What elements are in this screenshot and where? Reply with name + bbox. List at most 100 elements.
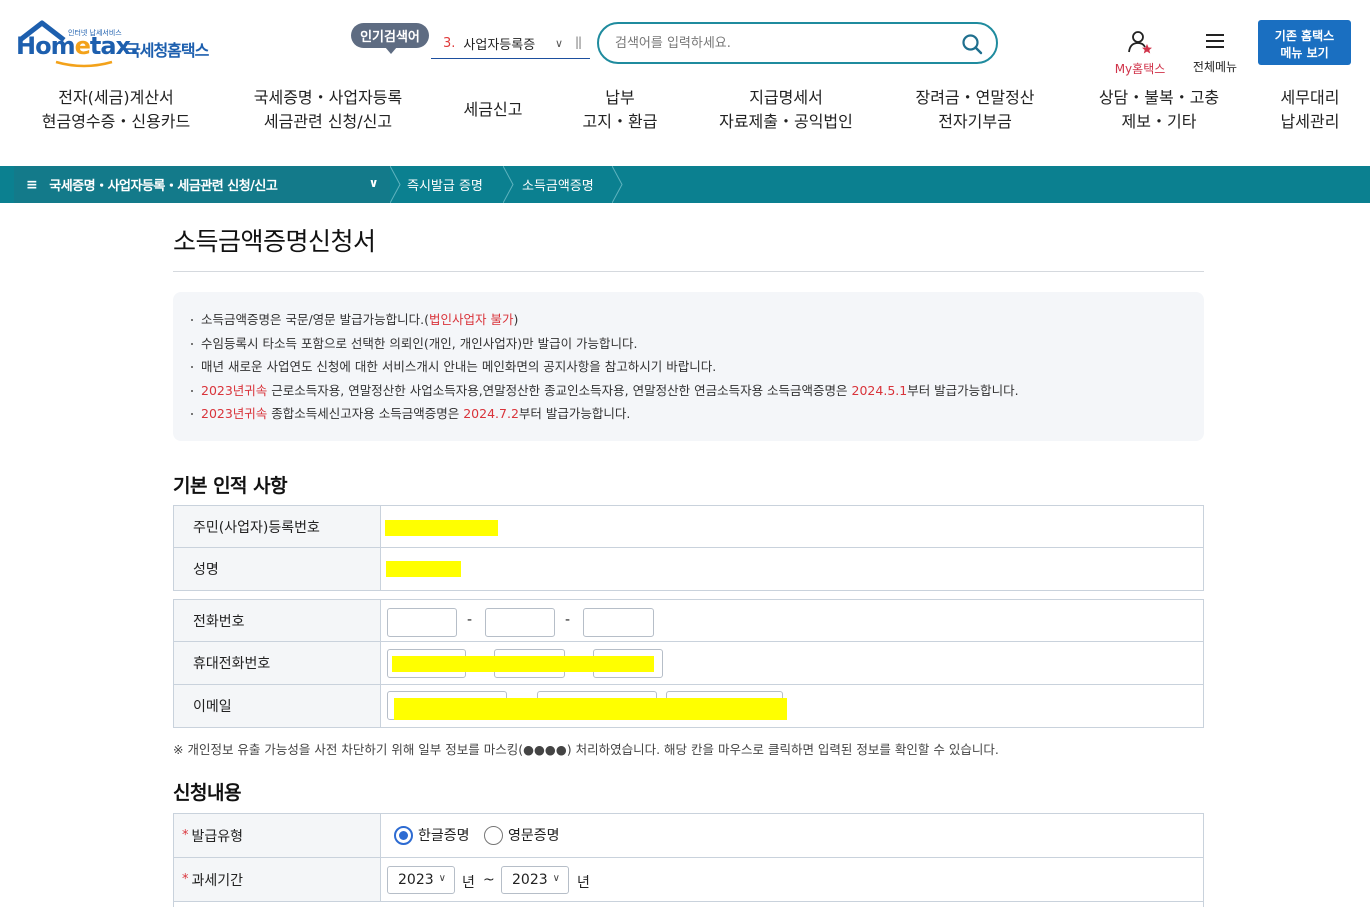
chevron-down-icon[interactable]: ∨ (369, 176, 379, 190)
radio-korean[interactable]: 한글증명 (394, 825, 470, 845)
gnb-line2: 고지・환급 (582, 112, 658, 131)
basic-id-table: 주민(사업자)등록번호 성명 (173, 505, 1204, 591)
tax-period-label: * 과세기간 (174, 858, 381, 901)
popular-search-badge: 인기검색어 (351, 23, 429, 54)
breadcrumb-separator-icon (612, 166, 623, 203)
gnb-item-einvoice[interactable]: 전자(세금)계산서현금영수증・신용카드 (36, 86, 196, 134)
mobile-row: 휴대전화번호 (174, 642, 1203, 685)
breadcrumb-separator-icon (390, 166, 401, 203)
range-tilde: ~ (483, 872, 495, 888)
chevron-down-icon[interactable]: ∨ (555, 37, 563, 50)
phone-value: - - (381, 600, 1203, 641)
user-star-icon (1128, 31, 1152, 54)
gnb-line2: 세금관련 신청/신고 (263, 112, 393, 131)
gnb-item-consult[interactable]: 상담・불복・고충 제보・기타 (1092, 86, 1226, 134)
breadcrumb: ≡ 국세증명・사업자등록・세금관련 신청/신고 ∨ 즉시발급 증명 소득금액증명 (0, 166, 1370, 203)
gnb-line2: 자료제출・공익법인 (719, 112, 853, 131)
gnb-item-payment[interactable]: 납부고지・환급 (578, 86, 662, 134)
gnb-item-payment-statement[interactable]: 지급명세서자료제출・공익법인 (713, 86, 859, 134)
rrn-value (381, 506, 1203, 547)
gnb-item-incentive[interactable]: 장려금・연말정산 전자기부금 (908, 86, 1042, 134)
rrn-row: 주민(사업자)등록번호 (174, 506, 1203, 548)
email-label: 이메일 (174, 685, 381, 727)
issue-type-row: * 발급유형 한글증명 영문증명 (174, 814, 1203, 858)
legacy-menu-line1: 기존 홈택스 (1274, 29, 1335, 43)
privacy-note: ※ 개인정보 유출 가능성을 사전 차단하기 위해 일부 정보를 마스킹(●●●… (173, 742, 999, 757)
phone-last-input[interactable] (583, 608, 654, 637)
search-input[interactable] (615, 32, 945, 54)
contact-table: 전화번호 - - 휴대전화번호 이메일 (173, 599, 1204, 728)
legacy-menu-line2: 메뉴 보기 (1280, 46, 1329, 60)
breadcrumb-item-current[interactable]: 소득금액증명 (522, 166, 594, 203)
gnb-line1: 납부 (605, 88, 635, 107)
year-to-select[interactable]: 2023 ∨ (501, 866, 569, 894)
name-row: 성명 (174, 548, 1203, 590)
popular-term[interactable]: 사업자등록증 (463, 34, 535, 53)
notice-line: 매년 새로운 사업연도 신청에 대한 서비스개시 안내는 메인화면의 공지사항을… (189, 355, 1204, 379)
redaction-mask (394, 698, 787, 720)
year-unit: 년 (462, 875, 475, 891)
email-value (381, 685, 1203, 727)
request-table: * 발급유형 한글증명 영문증명 * 과세기간 2023 ∨ 년 ~ 2023 ∨ 년 (173, 813, 1204, 907)
breadcrumb-root-dropdown[interactable]: ≡ 국세증명・사업자등록・세금관련 신청/신고 ∨ (14, 166, 390, 203)
year-from-select[interactable]: 2023 ∨ (387, 866, 455, 894)
popular-rank: 3. (443, 35, 456, 51)
redaction-mask (392, 656, 654, 672)
section-title-basic: 기본 인적 사항 (173, 475, 288, 497)
issue-type-value: 한글증명 영문증명 (381, 814, 1203, 857)
gnb-line1: 전자(세금)계산서 (58, 88, 174, 107)
gnb-line1: 세금신고 (463, 100, 523, 119)
gnb-item-certificate[interactable]: 국세증명・사업자등록세금관련 신청/신고 (247, 86, 409, 134)
gnb-line1: 국세증명・사업자등록 (253, 88, 403, 107)
breadcrumb-item-instant[interactable]: 즉시발급 증명 (407, 166, 483, 203)
radio-english[interactable]: 영문증명 (484, 825, 560, 845)
gnb-line2: 납세관리 (1280, 112, 1340, 131)
chevron-down-icon: ∨ (438, 873, 446, 884)
tax-period-value: 2023 ∨ 년 ~ 2023 ∨ 년 (381, 858, 1203, 901)
mobile-label: 휴대전화번호 (174, 642, 381, 684)
required-mark: * (182, 828, 189, 843)
list-menu-icon: ≡ (26, 176, 38, 193)
gnb-item-tax-agent[interactable]: 세무대리납세관리 (1276, 86, 1344, 134)
notice-line: 소득금액증명은 국문/영문 발급가능합니다.(법인사업자 불가) (189, 308, 1204, 332)
gnb-line1: 세무대리 (1280, 88, 1340, 107)
gnb-line1: 상담・불복・고충 (1098, 88, 1220, 107)
phone-middle-input[interactable] (485, 608, 555, 637)
gnb-item-tax-report[interactable]: 세금신고 (458, 98, 528, 122)
rrn-label: 주민(사업자)등록번호 (174, 506, 381, 547)
tax-period-row: * 과세기간 2023 ∨ 년 ~ 2023 ∨ 년 (174, 858, 1203, 902)
my-hometax-label: My홈택스 (1114, 62, 1166, 76)
notice-box: 소득금액증명은 국문/영문 발급가능합니다.(법인사업자 불가) 수임등록시 타… (173, 292, 1204, 441)
chevron-down-icon: ∨ (552, 873, 560, 884)
radio-unchecked-icon[interactable] (484, 825, 503, 845)
phone-label: 전화번호 (174, 600, 381, 641)
pause-icon[interactable]: || (575, 35, 582, 49)
phone-area-input[interactable] (387, 608, 457, 637)
redaction-mask (385, 520, 498, 536)
search-icon[interactable] (961, 33, 983, 55)
all-menu-button[interactable]: 전체메뉴 (1186, 30, 1244, 75)
my-hometax-button[interactable]: My홈택스 (1108, 30, 1172, 77)
hamburger-menu-icon (1206, 34, 1224, 48)
mobile-value (381, 642, 1203, 684)
issue-type-label: * 발급유형 (174, 814, 381, 857)
hometax-logo[interactable]: 인터넷 납세서비스 Hometax. 국세청홈택스 (16, 20, 226, 70)
year-unit: 년 (577, 875, 590, 891)
redaction-mask (386, 561, 461, 577)
radio-checked-icon[interactable] (394, 825, 413, 845)
notice-line: 수임등록시 타소득 포함으로 선택한 의뢰인(개인, 개인사업자)만 발급이 가… (189, 332, 1204, 356)
logo-wordmark: Hometax. (16, 32, 139, 60)
gnb-line1: 지급명세서 (749, 88, 823, 107)
required-mark: * (182, 872, 189, 887)
email-row: 이메일 (174, 685, 1203, 727)
breadcrumb-root-label: 국세증명・사업자등록・세금관련 신청/신고 (49, 179, 278, 194)
year-to-value: 2023 (512, 872, 548, 888)
breadcrumb-separator-icon (503, 166, 514, 203)
notice-line: 2023년귀속 종합소득세신고자용 소득금액증명은 2024.7.2부터 발급가… (189, 402, 1204, 426)
notice-line: 2023년귀속 근로소득자용, 연말정산한 사업소득자용,연말정산한 종교인소득… (189, 379, 1204, 403)
popular-search-ticker[interactable]: 3. 사업자등록증 ∨ || (431, 28, 590, 59)
gnb-line2: 현금영수증・신용카드 (41, 112, 191, 131)
title-divider (173, 271, 1204, 272)
legacy-menu-button[interactable]: 기존 홈택스 메뉴 보기 (1258, 20, 1351, 65)
dash-separator: - (565, 612, 571, 628)
